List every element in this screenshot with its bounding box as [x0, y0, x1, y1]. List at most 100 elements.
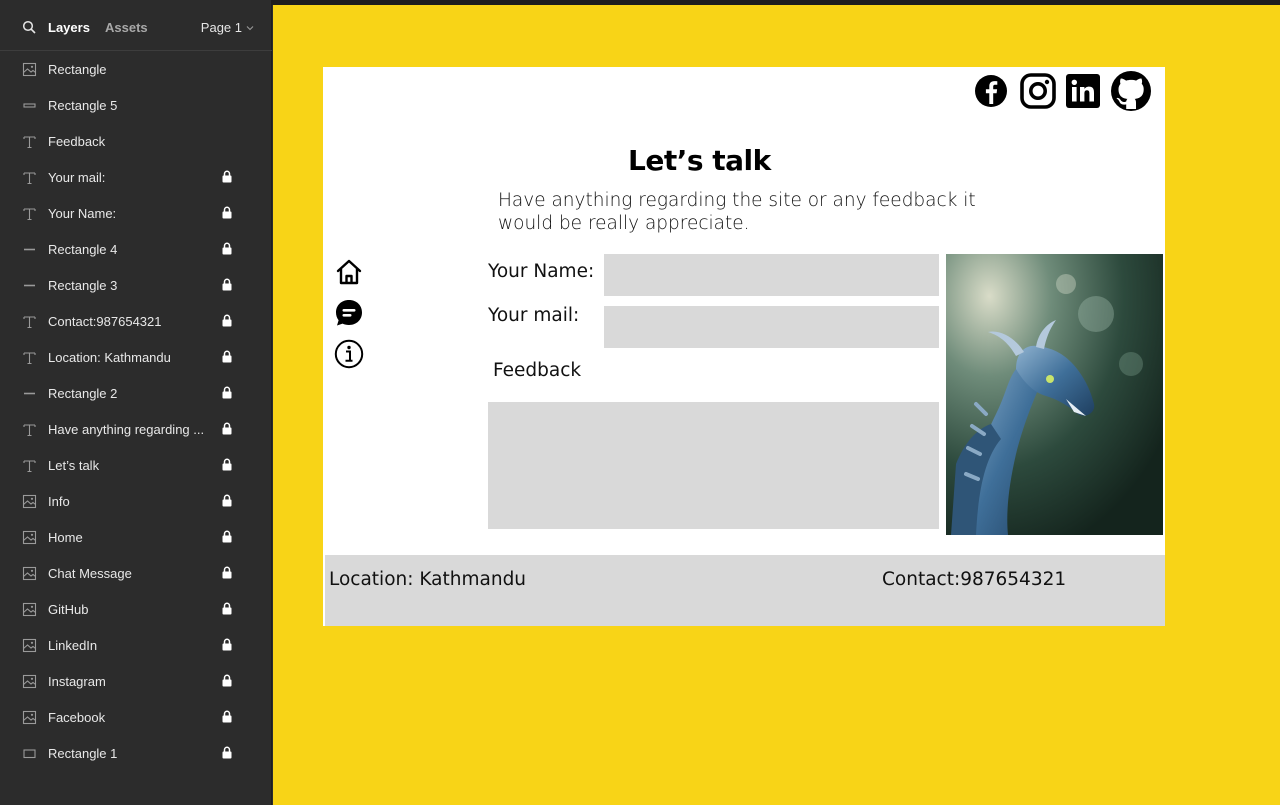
contact-frame[interactable]: Let’s talk Have anything regarding the s… — [323, 67, 1165, 626]
line-icon — [24, 392, 35, 395]
layer-row[interactable]: Feedback — [0, 123, 272, 159]
layer-name: Have anything regarding ... — [48, 422, 205, 437]
search-icon[interactable] — [22, 20, 36, 34]
layer-name: Chat Message — [48, 566, 132, 581]
image-icon — [22, 710, 37, 725]
lock-icon[interactable] — [221, 170, 233, 183]
page-subtitle: Have anything regarding the site or any … — [498, 190, 976, 234]
layer-row[interactable]: GitHub — [0, 591, 272, 627]
instagram-icon[interactable] — [1020, 73, 1056, 109]
lock-icon[interactable] — [221, 638, 233, 651]
layer-name: Info — [48, 494, 70, 509]
layer-row[interactable]: Facebook — [0, 699, 272, 735]
image-icon — [22, 62, 37, 77]
rectangle-icon — [23, 749, 36, 759]
layer-row[interactable]: Rectangle — [0, 51, 272, 87]
layer-name: GitHub — [48, 602, 89, 617]
footer: Location: Kathmandu Contact:987654321 — [325, 555, 1165, 626]
image-icon — [22, 674, 37, 689]
layer-name: Your Name: — [48, 206, 117, 221]
text-icon — [23, 136, 36, 149]
lock-icon[interactable] — [221, 314, 233, 327]
text-icon — [23, 460, 36, 473]
layer-row[interactable]: Home — [0, 519, 272, 555]
home-icon[interactable] — [334, 257, 364, 287]
image-icon — [22, 638, 37, 653]
layer-row[interactable]: Rectangle 2 — [0, 375, 272, 411]
layer-name: Your mail: — [48, 170, 106, 185]
footer-location: Location: Kathmandu — [329, 569, 527, 590]
layer-name: Facebook — [48, 710, 106, 725]
text-icon — [23, 424, 36, 437]
name-field[interactable] — [604, 254, 939, 296]
text-icon — [23, 172, 36, 185]
tab-layers[interactable]: Layers — [48, 20, 90, 35]
layer-name: LinkedIn — [48, 638, 98, 653]
layer-row[interactable]: Chat Message — [0, 555, 272, 591]
facebook-icon[interactable] — [973, 73, 1009, 109]
chat-message-icon[interactable] — [334, 298, 364, 328]
layer-row[interactable]: Rectangle 4 — [0, 231, 272, 267]
layer-row[interactable]: Instagram — [0, 663, 272, 699]
lock-icon[interactable] — [221, 746, 233, 759]
lock-icon[interactable] — [221, 710, 233, 723]
layer-row[interactable]: Your Name: — [0, 195, 272, 231]
mail-field[interactable] — [604, 306, 939, 348]
tab-assets[interactable]: Assets — [105, 20, 148, 35]
line-icon — [24, 248, 35, 251]
layer-name: Feedback — [48, 134, 106, 149]
lock-icon[interactable] — [221, 242, 233, 255]
text-icon — [23, 352, 36, 365]
chevron-down-icon — [246, 25, 254, 30]
layer-row[interactable]: Have anything regarding ... — [0, 411, 272, 447]
layer-row[interactable]: Let’s talk — [0, 447, 272, 483]
layer-name: Contact:987654321 — [48, 314, 162, 329]
lock-icon[interactable] — [221, 422, 233, 435]
design-canvas[interactable]: Let’s talk Have anything regarding the s… — [273, 5, 1280, 805]
footer-contact: Contact:987654321 — [882, 569, 1067, 590]
image-icon — [22, 566, 37, 581]
page-title: Let’s talk — [628, 144, 771, 177]
text-icon — [23, 208, 36, 221]
layer-row[interactable]: Rectangle 1 — [0, 735, 272, 771]
dragon-image — [946, 254, 1163, 535]
lock-icon[interactable] — [221, 602, 233, 615]
lock-icon[interactable] — [221, 350, 233, 363]
panel-header: Layers Assets Page 1 — [0, 5, 272, 51]
info-icon[interactable] — [334, 339, 364, 369]
layer-name: Rectangle 4 — [48, 242, 118, 257]
page-selector[interactable]: Page 1 — [201, 20, 254, 35]
page-selector-label: Page 1 — [200, 20, 242, 35]
layer-name: Home — [48, 530, 83, 545]
layer-row[interactable]: Location: Kathmandu — [0, 339, 272, 375]
layer-name: Instagram — [48, 674, 106, 689]
image-icon — [22, 602, 37, 617]
layer-row[interactable]: Rectangle 5 — [0, 87, 272, 123]
layer-name: Rectangle 3 — [48, 278, 118, 293]
lock-icon[interactable] — [221, 206, 233, 219]
name-label: Your Name: — [488, 261, 595, 282]
lock-icon[interactable] — [221, 458, 233, 471]
mail-label: Your mail: — [488, 305, 580, 326]
github-icon[interactable] — [1109, 69, 1153, 113]
layer-row[interactable]: Contact:987654321 — [0, 303, 272, 339]
image-icon — [22, 530, 37, 545]
layer-name: Rectangle 1 — [48, 746, 118, 761]
layer-row[interactable]: Your mail: — [0, 159, 272, 195]
layer-row[interactable]: Rectangle 3 — [0, 267, 272, 303]
layer-name: Let’s talk — [48, 458, 100, 473]
layer-name: Rectangle 5 — [48, 98, 118, 113]
layer-row[interactable]: LinkedIn — [0, 627, 272, 663]
layer-name: Rectangle 2 — [48, 386, 118, 401]
lock-icon[interactable] — [221, 674, 233, 687]
image-icon — [22, 494, 37, 509]
lock-icon[interactable] — [221, 530, 233, 543]
lock-icon[interactable] — [221, 278, 233, 291]
text-icon — [23, 316, 36, 329]
lock-icon[interactable] — [221, 386, 233, 399]
linkedin-icon[interactable] — [1065, 73, 1101, 109]
lock-icon[interactable] — [221, 566, 233, 579]
feedback-field[interactable] — [488, 402, 939, 529]
layer-row[interactable]: Info — [0, 483, 272, 519]
lock-icon[interactable] — [221, 494, 233, 507]
